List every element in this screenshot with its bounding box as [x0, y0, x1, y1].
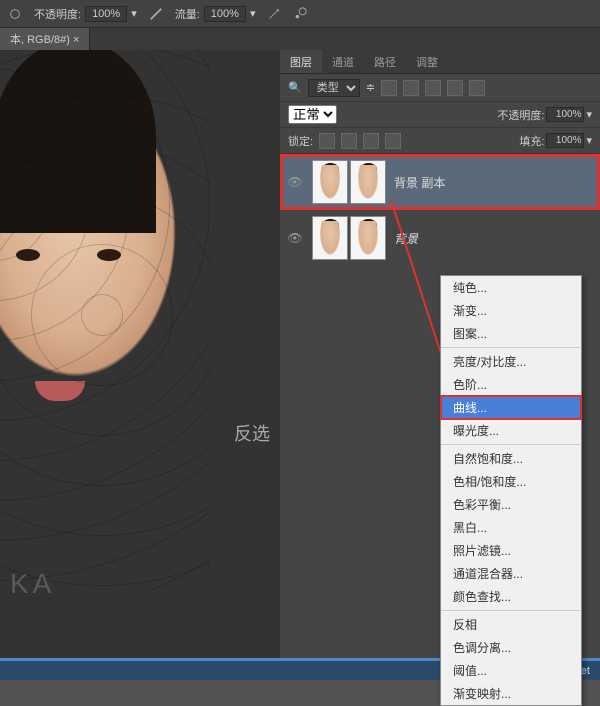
document-tab[interactable]: 本, RGB/8#) ×: [0, 28, 90, 50]
canvas[interactable]: 反选 KA: [0, 50, 280, 680]
menu-item[interactable]: 亮度/对比度...: [441, 350, 581, 373]
chevron-down-icon[interactable]: ▾: [131, 7, 137, 20]
filter-type-icon[interactable]: [425, 80, 441, 96]
visibility-icon[interactable]: 👁: [286, 173, 304, 191]
annotation-reverse: 反选: [234, 420, 270, 446]
layer-name[interactable]: 背景: [394, 230, 418, 247]
fill-input[interactable]: [546, 133, 584, 148]
opacity-field: 不透明度: 100% ▾: [34, 6, 137, 22]
opacity-value[interactable]: 100%: [85, 6, 127, 22]
flow-value[interactable]: 100%: [204, 6, 246, 22]
chevron-down-icon[interactable]: ≑: [366, 81, 375, 94]
opacity-label: 不透明度:: [34, 6, 81, 22]
tab-paths[interactable]: 路径: [364, 50, 406, 73]
watermark: KA: [10, 568, 55, 600]
menu-item[interactable]: 阈值...: [441, 659, 581, 682]
layer-thumbnail[interactable]: [350, 216, 386, 260]
flow-label: 流量:: [175, 6, 200, 22]
filter-adjust-icon[interactable]: [403, 80, 419, 96]
menu-item[interactable]: 色彩平衡...: [441, 493, 581, 516]
pressure-opacity-icon[interactable]: [149, 7, 163, 21]
menu-item[interactable]: 反相: [441, 613, 581, 636]
fill-label: 填充:: [519, 133, 544, 149]
menu-item[interactable]: 色阶...: [441, 373, 581, 396]
layer-name[interactable]: 背景 副本: [394, 174, 445, 191]
menu-item[interactable]: 自然饱和度...: [441, 447, 581, 470]
brush-icon[interactable]: [8, 7, 22, 21]
chevron-down-icon[interactable]: ▾: [586, 134, 592, 147]
layer-thumbnail[interactable]: [350, 160, 386, 204]
menu-item[interactable]: 颜色查找...: [441, 585, 581, 608]
lock-all-icon[interactable]: [385, 133, 401, 149]
lock-label: 锁定:: [288, 133, 313, 149]
menu-item[interactable]: 曲线...: [441, 396, 581, 419]
filter-shape-icon[interactable]: [447, 80, 463, 96]
chevron-down-icon[interactable]: ▾: [586, 108, 592, 121]
layer-opacity-input[interactable]: [546, 107, 584, 122]
marching-ants-selection: [0, 50, 210, 590]
menu-item[interactable]: 渐变映射...: [441, 682, 581, 705]
tab-layers[interactable]: 图层: [280, 50, 322, 73]
visibility-icon[interactable]: 👁: [286, 229, 304, 247]
layer-opacity-label: 不透明度:: [497, 107, 544, 123]
menu-item[interactable]: 纯色...: [441, 276, 581, 299]
lock-transparent-icon[interactable]: [319, 133, 335, 149]
menu-item[interactable]: 渐变...: [441, 299, 581, 322]
layer-row[interactable]: 👁 背景 副本: [280, 154, 600, 210]
menu-item[interactable]: 曝光度...: [441, 419, 581, 442]
menu-item[interactable]: 图案...: [441, 322, 581, 345]
tab-adjust[interactable]: 调整: [406, 50, 448, 73]
search-icon[interactable]: 🔍: [288, 81, 302, 94]
filter-pixel-icon[interactable]: [381, 80, 397, 96]
layer-thumbnail[interactable]: [312, 160, 348, 204]
menu-item[interactable]: 照片滤镜...: [441, 539, 581, 562]
pressure-size-icon[interactable]: [293, 7, 307, 21]
filter-kind-select[interactable]: 类型: [308, 79, 360, 97]
menu-item[interactable]: 色调分离...: [441, 636, 581, 659]
lock-pixels-icon[interactable]: [341, 133, 357, 149]
layer-thumbnail[interactable]: [312, 216, 348, 260]
lock-position-icon[interactable]: [363, 133, 379, 149]
chevron-down-icon[interactable]: ▾: [250, 7, 256, 20]
adjustment-layer-menu: 纯色...渐变...图案... 亮度/对比度...色阶...曲线...曝光度...…: [440, 275, 582, 706]
menu-item[interactable]: 通道混合器...: [441, 562, 581, 585]
airbrush-icon[interactable]: [267, 7, 281, 21]
filter-smart-icon[interactable]: [469, 80, 485, 96]
blend-mode-select[interactable]: 正常: [288, 105, 337, 124]
layer-row[interactable]: 👁 背景: [280, 210, 600, 266]
menu-item[interactable]: 色相/饱和度...: [441, 470, 581, 493]
document-image: [0, 50, 210, 590]
menu-item[interactable]: 黑白...: [441, 516, 581, 539]
flow-field: 流量: 100% ▾: [175, 6, 256, 22]
tab-channels[interactable]: 通道: [322, 50, 364, 73]
